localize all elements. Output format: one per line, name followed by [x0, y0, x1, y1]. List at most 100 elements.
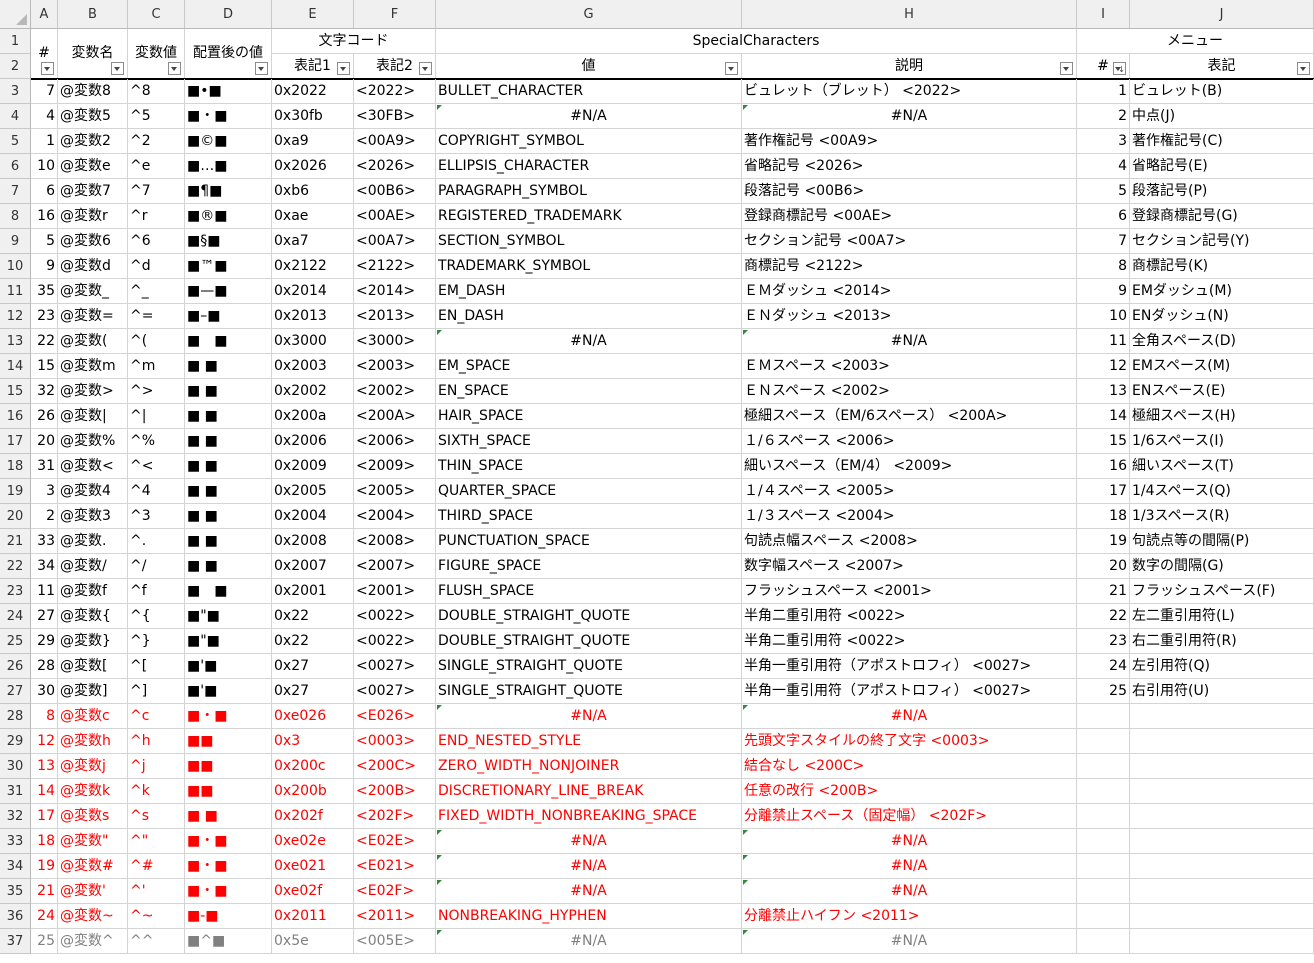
- column-header-e[interactable]: E: [272, 0, 354, 29]
- cell-f[interactable]: <00A9>: [354, 129, 436, 154]
- cell-g[interactable]: QUARTER_SPACE: [436, 479, 742, 504]
- cell-i[interactable]: [1077, 854, 1130, 879]
- cell-d[interactable]: ■ ■: [185, 404, 272, 429]
- cell-a[interactable]: 33: [31, 529, 58, 554]
- filter-dropdown-icon[interactable]: [725, 62, 738, 75]
- cell-i[interactable]: [1077, 779, 1130, 804]
- cell-f[interactable]: <2026>: [354, 154, 436, 179]
- cell-c[interactable]: ^": [128, 829, 185, 854]
- cell-c[interactable]: ^|: [128, 404, 185, 429]
- cell-d[interactable]: ■ ■: [185, 529, 272, 554]
- cell-j[interactable]: 句読点等の間隔(P): [1130, 529, 1314, 554]
- cell-g[interactable]: DOUBLE_STRAIGHT_QUOTE: [436, 604, 742, 629]
- cell-c[interactable]: ^7: [128, 179, 185, 204]
- cell-h[interactable]: #N/A: [742, 879, 1077, 904]
- cell-j[interactable]: セクション記号(Y): [1130, 229, 1314, 254]
- cell-a[interactable]: 13: [31, 754, 58, 779]
- cell-c[interactable]: ^#: [128, 854, 185, 879]
- cell-g[interactable]: ZERO_WIDTH_NONJOINER: [436, 754, 742, 779]
- header-g[interactable]: 値: [436, 54, 742, 79]
- cell-f[interactable]: <2002>: [354, 379, 436, 404]
- filter-dropdown-icon[interactable]: [41, 62, 54, 75]
- cell-d[interactable]: ■—■: [185, 279, 272, 304]
- cell-a[interactable]: 8: [31, 704, 58, 729]
- cell-g[interactable]: #N/A: [436, 854, 742, 879]
- cell-f[interactable]: <2011>: [354, 904, 436, 929]
- cell-h[interactable]: ＥＮダッシュ <2013>: [742, 304, 1077, 329]
- cell-h[interactable]: 結合なし <200C>: [742, 754, 1077, 779]
- cell-i[interactable]: [1077, 729, 1130, 754]
- cell-h[interactable]: #N/A: [742, 704, 1077, 729]
- cell-b[interactable]: @変数<: [58, 454, 128, 479]
- cell-d[interactable]: ■・■: [185, 829, 272, 854]
- cell-d[interactable]: ■・■: [185, 879, 272, 904]
- cell-a[interactable]: 1: [31, 129, 58, 154]
- cell-h[interactable]: ビュレット（ブレット） <2022>: [742, 79, 1077, 104]
- cell-j[interactable]: 極細スペース(H): [1130, 404, 1314, 429]
- cell-h[interactable]: 半角一重引用符（アポストロフィ） <0027>: [742, 679, 1077, 704]
- cell-c[interactable]: ^h: [128, 729, 185, 754]
- cell-a[interactable]: 3: [31, 479, 58, 504]
- cell-i[interactable]: 1: [1077, 79, 1130, 104]
- cell-a[interactable]: 30: [31, 679, 58, 704]
- cell-f[interactable]: <200C>: [354, 754, 436, 779]
- row-header[interactable]: 37: [0, 929, 31, 954]
- cell-f[interactable]: <200A>: [354, 404, 436, 429]
- cell-i[interactable]: 7: [1077, 229, 1130, 254]
- cell-c[interactable]: ^>: [128, 379, 185, 404]
- cell-g[interactable]: EM_SPACE: [436, 354, 742, 379]
- cell-f[interactable]: <00AE>: [354, 204, 436, 229]
- cell-h[interactable]: 分離禁止スペース（固定幅） <202F>: [742, 804, 1077, 829]
- cell-f[interactable]: <E02E>: [354, 829, 436, 854]
- cell-b[interactable]: @変数5: [58, 104, 128, 129]
- cell-e[interactable]: 0x22: [272, 629, 354, 654]
- cell-a[interactable]: 12: [31, 729, 58, 754]
- cell-j[interactable]: 省略記号(E): [1130, 154, 1314, 179]
- cell-e[interactable]: 0x2007: [272, 554, 354, 579]
- row-header[interactable]: 10: [0, 254, 31, 279]
- cell-g[interactable]: #N/A: [436, 829, 742, 854]
- cell-d[interactable]: ■¶■: [185, 179, 272, 204]
- column-header-f[interactable]: F: [354, 0, 436, 29]
- cell-e[interactable]: 0xa9: [272, 129, 354, 154]
- cell-i[interactable]: [1077, 904, 1130, 929]
- cell-h[interactable]: 半角二重引用符 <0022>: [742, 629, 1077, 654]
- cell-c[interactable]: ^2: [128, 129, 185, 154]
- cell-f[interactable]: <0022>: [354, 604, 436, 629]
- cell-e[interactable]: 0xe021: [272, 854, 354, 879]
- row-header[interactable]: 4: [0, 104, 31, 129]
- cell-b[interactable]: @変数[: [58, 654, 128, 679]
- cell-i[interactable]: 3: [1077, 129, 1130, 154]
- cell-f[interactable]: <E02F>: [354, 879, 436, 904]
- cell-i[interactable]: 17: [1077, 479, 1130, 504]
- cell-g[interactable]: FLUSH_SPACE: [436, 579, 742, 604]
- cell-e[interactable]: 0x2002: [272, 379, 354, 404]
- cell-c[interactable]: ^c: [128, 704, 185, 729]
- cell-c[interactable]: ^d: [128, 254, 185, 279]
- cell-b[interactable]: @変数]: [58, 679, 128, 704]
- cell-d[interactable]: ■ ■: [185, 479, 272, 504]
- cell-c[interactable]: ^.: [128, 529, 185, 554]
- cell-d[interactable]: ■§■: [185, 229, 272, 254]
- cell-i[interactable]: 20: [1077, 554, 1130, 579]
- cell-i[interactable]: 11: [1077, 329, 1130, 354]
- cell-a[interactable]: 34: [31, 554, 58, 579]
- cell-j[interactable]: 左引用符(Q): [1130, 654, 1314, 679]
- cell-j[interactable]: 右引用符(U): [1130, 679, 1314, 704]
- cell-g[interactable]: NONBREAKING_HYPHEN: [436, 904, 742, 929]
- row-header[interactable]: 35: [0, 879, 31, 904]
- filter-dropdown-icon[interactable]: [1060, 62, 1073, 75]
- cell-e[interactable]: 0x2013: [272, 304, 354, 329]
- column-header-i[interactable]: I: [1077, 0, 1130, 29]
- cell-j[interactable]: 数字の間隔(G): [1130, 554, 1314, 579]
- cell-f[interactable]: <2022>: [354, 79, 436, 104]
- cell-g[interactable]: DISCRETIONARY_LINE_BREAK: [436, 779, 742, 804]
- cell-c[interactable]: ^(: [128, 329, 185, 354]
- row-header[interactable]: 26: [0, 654, 31, 679]
- cell-d[interactable]: ■ ■: [185, 554, 272, 579]
- cell-f[interactable]: <2003>: [354, 354, 436, 379]
- cell-b[interactable]: @変数2: [58, 129, 128, 154]
- cell-g[interactable]: SINGLE_STRAIGHT_QUOTE: [436, 654, 742, 679]
- cell-f[interactable]: <2005>: [354, 479, 436, 504]
- cell-a[interactable]: 17: [31, 804, 58, 829]
